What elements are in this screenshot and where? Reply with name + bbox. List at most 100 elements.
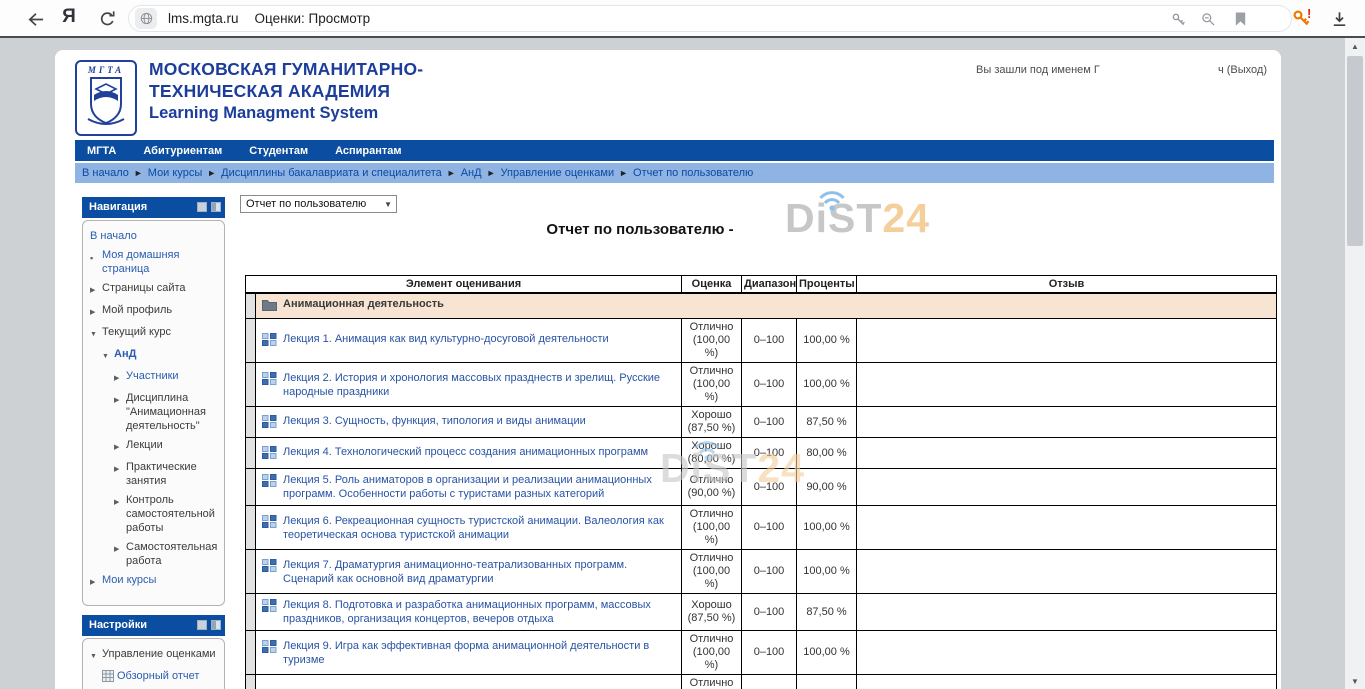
settings-item[interactable]: Обзорный отчет — [102, 669, 220, 688]
grade-item-link[interactable]: Лекция 9. Игра как эффективная форма ани… — [283, 639, 675, 667]
watermark-number: 24 — [882, 195, 930, 241]
block-dock-icon[interactable] — [211, 202, 221, 212]
grade-item-link[interactable]: Лекция 7. Драматургия анимационно-театра… — [283, 558, 675, 586]
grade-item-link[interactable]: Лекция 2. История и хронология массовых … — [283, 371, 675, 399]
navbar-item-аспирантам[interactable]: Аспирантам — [335, 145, 401, 157]
side-item-label: Самостоятельная работа — [126, 540, 220, 568]
password-key-icon[interactable] — [1167, 9, 1189, 29]
navigation-item[interactable]: Моя домашняя страница — [90, 248, 220, 276]
address-bar[interactable]: lms.mgta.ru Оценки: Просмотр — [128, 5, 1292, 32]
indent-cell — [246, 550, 256, 594]
navigation-item[interactable]: Страницы сайта — [90, 281, 220, 298]
block-collapse-icon[interactable] — [197, 620, 207, 630]
top-navbar: МГТА Абитуриентам Студентам Аспирантам — [75, 140, 1274, 161]
feedback-cell — [857, 407, 1277, 438]
range-cell: 0–100 — [742, 407, 797, 438]
refresh-icon[interactable] — [96, 8, 118, 30]
item-name-cell: Лекция 3. Сущность, функция, типология и… — [256, 407, 682, 438]
navigation-item[interactable]: Контроль самостоятельной работы — [114, 493, 220, 535]
back-icon[interactable] — [24, 8, 46, 30]
collapsed-marker-icon[interactable] — [114, 438, 126, 455]
navigation-item[interactable]: Мой профиль — [90, 303, 220, 320]
navbar-item-абитуриентам[interactable]: Абитуриентам — [143, 145, 222, 157]
side-item-label[interactable]: Обзорный отчет — [117, 669, 199, 688]
breadcrumb-link[interactable]: В начало — [82, 167, 129, 179]
navigation-block-body: В начало Моя домашняя страница Страницы са… — [82, 220, 225, 606]
percent-cell: 80,00 % — [797, 438, 857, 469]
item-name-cell: Лекция 9. Игра как эффективная форма ани… — [256, 631, 682, 675]
feedback-cell — [857, 594, 1277, 631]
settings-block-body: Управление оценкамиОбзорный отчетОтчет п… — [82, 638, 225, 689]
collapsed-marker-icon[interactable] — [90, 303, 102, 320]
site-globe-icon[interactable] — [135, 8, 157, 29]
collapsed-marker-icon[interactable] — [114, 369, 126, 386]
category-name-cell: Анимационная деятельность — [256, 293, 1277, 319]
collapsed-marker-icon[interactable] — [90, 281, 102, 298]
url-text[interactable]: lms.mgta.ru — [168, 11, 239, 26]
screen: Я lms.mgta.ru Оценки: Просмотр ! — [0, 0, 1365, 689]
grade-item-link[interactable]: Лекция 1. Анимация как вид культурно-дос… — [283, 332, 609, 346]
side-item-label[interactable]: Моя домашняя страница — [102, 248, 220, 276]
side-item-label[interactable]: АнД — [114, 347, 136, 364]
side-item-label[interactable]: Мои курсы — [102, 573, 156, 590]
feedback-cell — [857, 506, 1277, 550]
zoom-page-icon[interactable] — [1197, 9, 1219, 29]
breadcrumb-link[interactable]: Управление оценками — [501, 167, 615, 179]
grade-value-cell: Отлично(100,00 %) — [682, 675, 742, 689]
logout-link[interactable]: ч (Выход) — [1218, 64, 1267, 76]
navigation-item[interactable]: Участники — [114, 369, 220, 386]
collapsed-marker-icon[interactable] — [114, 460, 126, 488]
grade-item-link[interactable]: Лекция 3. Сущность, функция, типология и… — [283, 414, 586, 428]
bookmark-icon[interactable] — [1229, 9, 1251, 29]
grade-item-link[interactable]: Лекция 8. Подготовка и разработка анимац… — [283, 598, 675, 626]
collapsed-marker-icon[interactable] — [114, 493, 126, 535]
side-item-label[interactable]: В начало — [90, 229, 137, 243]
collapsed-marker-icon[interactable] — [114, 540, 126, 568]
block-collapse-icon[interactable] — [197, 202, 207, 212]
site-title-line1: МОСКОВСКАЯ ГУМАНИТАРНО- — [149, 58, 423, 80]
scroll-down-icon[interactable]: ▼ — [1345, 673, 1365, 689]
block-dock-icon[interactable] — [211, 620, 221, 630]
report-select-value: Отчет по пользователю — [246, 198, 366, 210]
scroll-up-icon[interactable]: ▲ — [1345, 38, 1365, 54]
expanded-marker-icon[interactable] — [90, 647, 102, 664]
side-item-label: Контроль самостоятельной работы — [126, 493, 220, 535]
breadcrumb-link[interactable]: Отчет по пользователю — [633, 167, 753, 179]
breadcrumb-link[interactable]: Мои курсы — [148, 167, 202, 179]
indent-cell — [246, 407, 256, 438]
navigation-item[interactable]: Самостоятельная работа — [114, 540, 220, 568]
navigation-item[interactable]: Лекции — [114, 438, 220, 455]
navigation-item[interactable]: АнД — [102, 347, 220, 364]
grade-item-link[interactable]: Лекция 4. Технологический процесс создан… — [283, 445, 648, 459]
yandex-icon[interactable]: Я — [58, 6, 80, 28]
navigation-item[interactable]: В начало — [90, 229, 220, 243]
grade-value-cell: Хорошо(87,50 %) — [682, 407, 742, 438]
scrollbar-thumb[interactable] — [1347, 56, 1363, 246]
column-header: Оценка — [682, 276, 742, 294]
grade-item-link[interactable]: Лекция 6. Рекреационная сущность туристс… — [283, 514, 675, 542]
side-item-label[interactable]: Участники — [126, 369, 179, 386]
mgta-logo[interactable]: МГТА — [75, 60, 137, 136]
vertical-scrollbar[interactable]: ▲ ▼ — [1345, 38, 1365, 689]
collapsed-marker-icon[interactable] — [114, 391, 126, 433]
report-type-select[interactable]: Отчет по пользователю — [240, 195, 397, 213]
side-item-label: Управление оценками — [102, 647, 216, 664]
breadcrumb-link[interactable]: Дисциплины бакалавриата и специалитета — [221, 167, 442, 179]
indent-cell — [246, 506, 256, 550]
navigation-item[interactable]: Практические занятия — [114, 460, 220, 488]
navbar-item-мгта[interactable]: МГТА — [87, 145, 116, 157]
navbar-item-студентам[interactable]: Студентам — [249, 145, 308, 157]
grade-item-link[interactable]: Лекция 5. Роль аниматоров в организации … — [283, 473, 675, 501]
expanded-marker-icon[interactable] — [90, 325, 102, 342]
navigation-item[interactable]: Мои курсы — [90, 573, 220, 590]
breadcrumb-link[interactable]: АнД — [461, 167, 482, 179]
navigation-item[interactable]: Дисциплина "Анимационная деятельность" — [114, 391, 220, 433]
percent-cell: 100,00 % — [797, 550, 857, 594]
expanded-marker-icon[interactable] — [102, 347, 114, 364]
settings-item[interactable]: Управление оценками — [90, 647, 220, 664]
side-item-label: Текущий курс — [102, 325, 171, 342]
side-item-label: Дисциплина "Анимационная деятельность" — [126, 391, 220, 433]
collapsed-marker-icon[interactable] — [90, 573, 102, 590]
navigation-item[interactable]: Текущий курс — [90, 325, 220, 342]
download-icon[interactable] — [1328, 8, 1350, 30]
